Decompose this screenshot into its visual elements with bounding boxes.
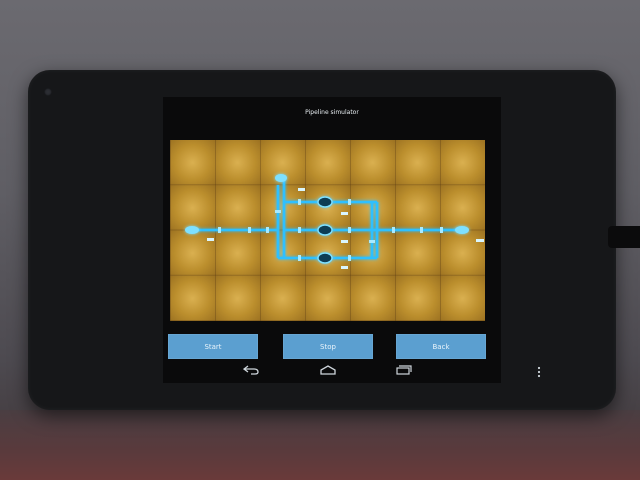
start-button[interactable]: Start <box>168 334 258 359</box>
pumps <box>317 196 333 264</box>
inlet-node <box>185 226 199 234</box>
home-icon[interactable] <box>319 365 337 375</box>
android-navigation-bar <box>163 361 501 383</box>
pipeline-diagram <box>185 174 484 269</box>
recent-apps-icon[interactable] <box>396 365 412 375</box>
outlet-node <box>455 226 469 234</box>
stop-button[interactable]: Stop <box>283 334 373 359</box>
app-title: Pipeline simulator <box>305 109 359 116</box>
table-surface <box>0 410 640 480</box>
pump-bottom <box>317 252 333 264</box>
overflow-menu-icon[interactable] <box>536 366 542 378</box>
pump-top <box>317 196 333 208</box>
pipe-network <box>192 177 462 260</box>
top-feed-node <box>275 174 287 182</box>
back-arrow-icon[interactable] <box>243 365 259 375</box>
pump-middle <box>317 224 333 236</box>
usb-cable <box>608 226 640 248</box>
front-camera <box>44 88 52 96</box>
back-button[interactable]: Back <box>396 334 486 359</box>
pipeline-board <box>170 140 485 321</box>
tablet-screen: Pipeline simulator Start Stop Back <box>163 97 501 383</box>
